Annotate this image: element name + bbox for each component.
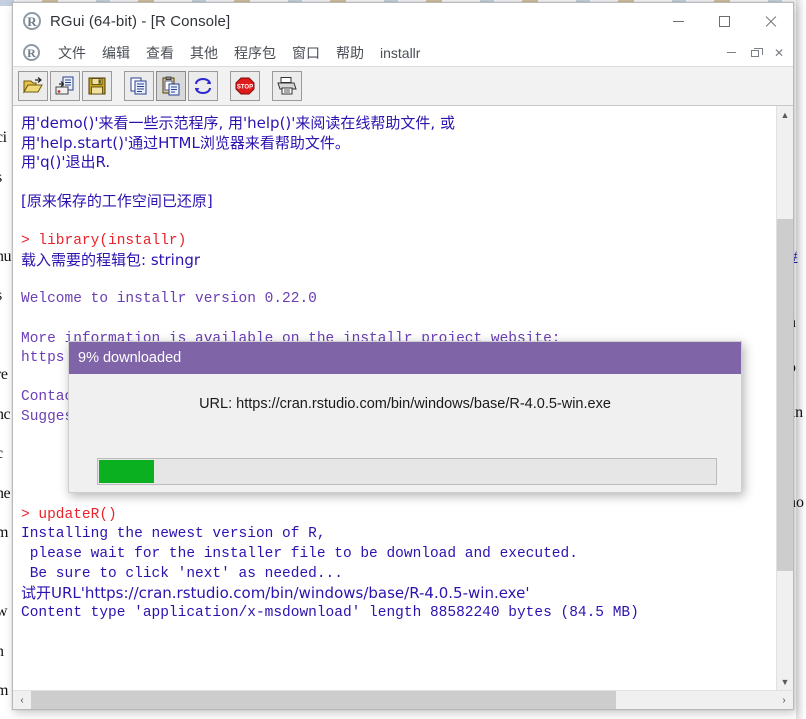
screen-root: ci s nu s re nc c ne m w n m bo # n p an… xyxy=(0,0,806,719)
stop-button[interactable]: STOP xyxy=(230,71,260,101)
console-line: Welcome to installr version 0.22.0 xyxy=(21,291,317,308)
menu-item-edit[interactable]: 编辑 xyxy=(94,41,138,65)
console-line: 载入需要的程辑包: stringr xyxy=(21,251,201,270)
scroll-right-arrow-icon[interactable]: › xyxy=(775,691,793,709)
paste-button[interactable] xyxy=(156,71,186,101)
copy-icon xyxy=(130,77,147,95)
menu-item-view[interactable]: 查看 xyxy=(138,41,182,65)
stop-sign-icon: STOP xyxy=(235,77,255,95)
console-horizontal-scrollbar[interactable]: ‹ › xyxy=(13,690,793,709)
console-line: please wait for the installer file to be… xyxy=(21,546,578,563)
close-icon xyxy=(764,15,777,28)
horizontal-scroll-track[interactable] xyxy=(31,691,775,709)
open-script-button[interactable] xyxy=(18,71,48,101)
maximize-icon xyxy=(718,15,730,27)
vertical-scroll-thumb[interactable] xyxy=(777,219,793,571)
mdi-minimize-icon xyxy=(726,52,736,53)
menu-item-file[interactable]: 文件 xyxy=(50,41,94,65)
menu-item-installr[interactable]: installr xyxy=(372,43,428,63)
dialog-title: 9% downloaded xyxy=(69,342,741,374)
console-line: 用'q()'退出R. xyxy=(21,153,111,172)
minimize-button[interactable] xyxy=(655,3,701,39)
download-progress-fill xyxy=(99,460,155,483)
mdi-r-logo-icon: R xyxy=(23,44,40,61)
download-progress-bar xyxy=(97,458,717,485)
dialog-body: URL: https://cran.rstudio.com/bin/window… xyxy=(69,374,741,492)
mdi-window-controls: ✕ xyxy=(719,42,791,63)
print-button[interactable] xyxy=(272,71,302,101)
menu-item-misc[interactable]: 其他 xyxy=(182,41,226,65)
circular-arrows-icon xyxy=(195,78,211,94)
console-vertical-scrollbar[interactable]: ▲ ▼ xyxy=(776,106,793,690)
load-image-icon xyxy=(55,76,74,95)
console-line: Installing the newest version of R, xyxy=(21,526,326,543)
copy-button[interactable] xyxy=(124,71,154,101)
menu-item-windows[interactable]: 窗口 xyxy=(284,41,328,65)
mdi-close-button[interactable]: ✕ xyxy=(767,42,791,63)
close-button[interactable] xyxy=(747,3,793,39)
save-workspace-button[interactable] xyxy=(82,71,112,101)
mdi-restore-button[interactable] xyxy=(743,42,767,63)
menu-item-help[interactable]: 帮助 xyxy=(328,41,372,65)
window-title: RGui (64-bit) - [R Console] xyxy=(50,12,231,30)
dialog-url-label: URL: https://cran.rstudio.com/bin/window… xyxy=(199,396,611,412)
open-folder-icon xyxy=(23,77,43,94)
clipboard-paste-icon xyxy=(162,76,180,96)
menubar: R 文件 编辑 查看 其他 程序包 窗口 帮助 installr ✕ xyxy=(13,39,793,66)
toolbar: STOP xyxy=(13,66,793,106)
console-line: [原来保存的工作空间已还原] xyxy=(21,192,213,211)
scroll-up-arrow-icon[interactable]: ▲ xyxy=(777,106,793,123)
maximize-button[interactable] xyxy=(701,3,747,39)
copy-paste-button[interactable] xyxy=(188,71,218,101)
console-line: Be sure to click 'next' as needed... xyxy=(21,565,343,582)
menu-item-packages[interactable]: 程序包 xyxy=(226,41,284,65)
r-logo-icon: R xyxy=(23,12,41,30)
mdi-minimize-button[interactable] xyxy=(719,42,743,63)
scroll-down-arrow-icon[interactable]: ▼ xyxy=(777,673,793,690)
load-workspace-button[interactable] xyxy=(50,71,80,101)
console-line: > library(installr) xyxy=(21,232,187,249)
console-line: 用'demo()'来看一些示范程序, 用'help()'来阅读在线帮助文件, 或 xyxy=(21,114,455,132)
console-line: 试开URL'https://cran.rstudio.com/bin/windo… xyxy=(21,584,530,603)
download-progress-dialog: 9% downloaded URL: https://cran.rstudio.… xyxy=(68,341,742,493)
vertical-scroll-track[interactable] xyxy=(777,123,793,673)
horizontal-scroll-thumb[interactable] xyxy=(31,691,616,709)
mdi-close-icon: ✕ xyxy=(773,45,785,60)
window-titlebar[interactable]: R RGui (64-bit) - [R Console] xyxy=(13,3,793,39)
minimize-icon xyxy=(672,20,684,22)
svg-text:STOP: STOP xyxy=(237,85,253,91)
console-line: > updateR() xyxy=(21,506,117,523)
scroll-left-arrow-icon[interactable]: ‹ xyxy=(13,691,31,709)
window-controls xyxy=(655,3,793,39)
console-line: 用'help.start()'通过HTML浏览器来看帮助文件。 xyxy=(21,133,350,152)
floppy-save-icon xyxy=(88,77,106,95)
printer-icon xyxy=(277,77,297,95)
mdi-restore-icon xyxy=(751,48,763,57)
console-line: Content type 'application/x-msdownload' … xyxy=(21,604,639,621)
